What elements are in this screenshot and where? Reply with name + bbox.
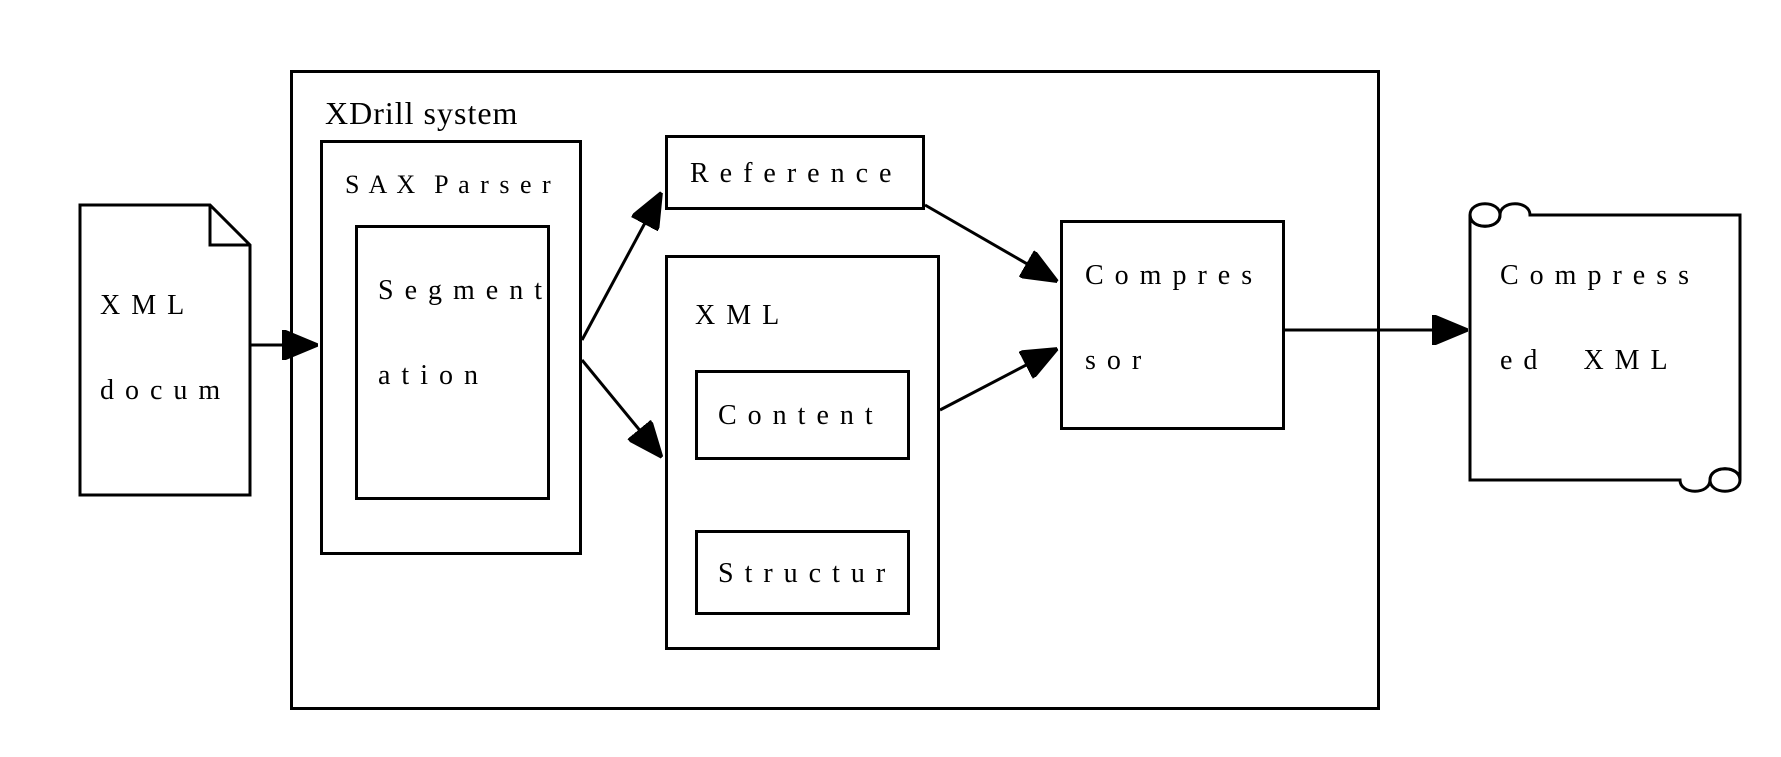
compressor-box [1060, 220, 1285, 430]
compressor-label-1: C o m p r e s [1085, 260, 1254, 292]
xdrill-architecture-diagram: X M L d o c u m XDrill system S A X P a … [0, 0, 1781, 757]
xdrill-system-title: XDrill system [320, 95, 523, 132]
structure-label: S t r u c t u r [718, 558, 887, 590]
content-label: C o n t e n t [718, 400, 875, 432]
output-label-3: X M L [1583, 345, 1669, 376]
xml-doc-label-2: d o c u m [100, 375, 222, 407]
xml-doc-label-1: X M L [100, 290, 186, 322]
output-label-1: C o m p r e s s [1500, 260, 1691, 292]
reference-label: R e f e r e n c e [690, 158, 893, 190]
compressor-label-2: s o r [1085, 345, 1143, 377]
xml-block-title: X M L [695, 300, 781, 332]
output-label-2: e d [1500, 345, 1539, 376]
sax-parser-title: S A X P a r s e r [345, 170, 553, 200]
segmentation-label-1: S e g m e n t [378, 275, 544, 307]
segmentation-label-2: a t i o n [378, 360, 480, 392]
